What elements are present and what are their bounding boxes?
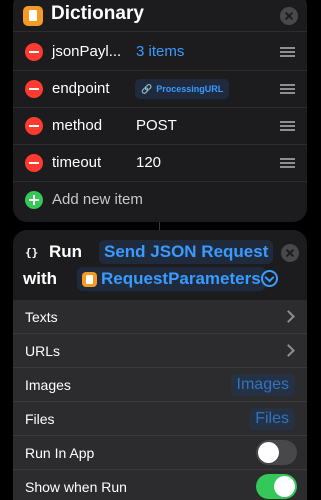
minus-circle-icon[interactable] (25, 117, 43, 135)
option-row-urls[interactable]: URLs (13, 334, 307, 368)
braces-icon: {} (25, 246, 39, 259)
dictionary-row-timeout[interactable]: timeout 120 (13, 145, 307, 182)
option-label: Files (25, 411, 55, 427)
parameter-chip[interactable]: RequestParameters (77, 267, 266, 291)
dictionary-row-endpoint[interactable]: endpoint 🔗 ProcessingURL (13, 71, 307, 108)
option-row-texts[interactable]: Texts (13, 300, 307, 334)
add-new-item-label[interactable]: Add new item (52, 191, 143, 208)
run-in-app-toggle[interactable] (256, 440, 297, 465)
dictionary-action-card: Dictionary jsonPayl... 3 items endpoint … (13, 0, 307, 222)
shortcut-chip[interactable]: Send JSON Request (99, 240, 274, 264)
option-row-files[interactable]: Files Files (13, 402, 307, 436)
shortcut-name: Send JSON Request (104, 242, 269, 261)
files-variable-chip[interactable]: Files (249, 408, 295, 430)
row-key[interactable]: jsonPayl... (52, 43, 121, 60)
option-label: Images (25, 377, 71, 393)
close-icon[interactable] (280, 7, 298, 25)
action-connector (159, 222, 160, 230)
option-label: Run In App (25, 445, 95, 461)
dictionary-title: Dictionary (51, 3, 144, 24)
toggle-knob (258, 442, 279, 463)
variable-chip[interactable]: 🔗 ProcessingURL (135, 79, 230, 99)
dictionary-icon (82, 271, 97, 287)
minus-circle-icon[interactable] (25, 154, 43, 172)
dictionary-row-jsonpayload[interactable]: jsonPayl... 3 items (13, 34, 307, 71)
dictionary-row-method[interactable]: method POST (13, 108, 307, 145)
drag-handle-icon[interactable] (280, 84, 295, 94)
minus-circle-icon[interactable] (25, 43, 43, 61)
drag-handle-icon[interactable] (280, 158, 295, 168)
images-variable-chip[interactable]: Images (230, 374, 295, 396)
drag-handle-icon[interactable] (280, 47, 295, 57)
close-icon[interactable] (281, 244, 299, 262)
add-new-item-row[interactable]: Add new item (13, 182, 307, 219)
option-label: Texts (25, 309, 58, 325)
option-row-images[interactable]: Images Images (13, 368, 307, 402)
parameter-name: RequestParameters (101, 269, 261, 288)
row-key[interactable]: timeout (52, 154, 101, 171)
row-value[interactable]: POST (136, 117, 177, 134)
dictionary-icon (23, 6, 43, 26)
row-value-link[interactable]: 3 items (136, 43, 184, 60)
link-icon: 🔗 (141, 83, 153, 94)
shortcut-editor: Dictionary jsonPayl... 3 items endpoint … (0, 0, 321, 500)
toggle-knob (274, 476, 295, 497)
run-options-list: Texts URLs Images Images Files Files Run… (13, 300, 307, 500)
with-label: with (23, 269, 57, 288)
drag-handle-icon[interactable] (280, 121, 295, 131)
run-shortcut-action-card: {} Run Send JSON Request with RequestPar… (13, 230, 307, 308)
plus-circle-icon[interactable] (25, 191, 43, 209)
option-row-run-in-app[interactable]: Run In App (13, 436, 307, 470)
row-value[interactable]: 120 (136, 154, 161, 171)
option-label: Show when Run (25, 479, 127, 495)
show-when-run-toggle[interactable] (256, 474, 297, 499)
chevron-right-icon[interactable] (282, 310, 295, 323)
option-label: URLs (25, 343, 61, 359)
variable-chip-label: ProcessingURL (156, 84, 224, 94)
chevron-right-icon[interactable] (282, 344, 295, 357)
row-key[interactable]: endpoint (52, 80, 110, 97)
option-row-show-when-run[interactable]: Show when Run (13, 470, 307, 500)
dictionary-header: Dictionary (13, 0, 307, 32)
run-verb: Run (49, 242, 83, 261)
chevron-down-circle-icon[interactable] (261, 270, 278, 287)
row-key[interactable]: method (52, 117, 102, 134)
minus-circle-icon[interactable] (25, 80, 43, 98)
